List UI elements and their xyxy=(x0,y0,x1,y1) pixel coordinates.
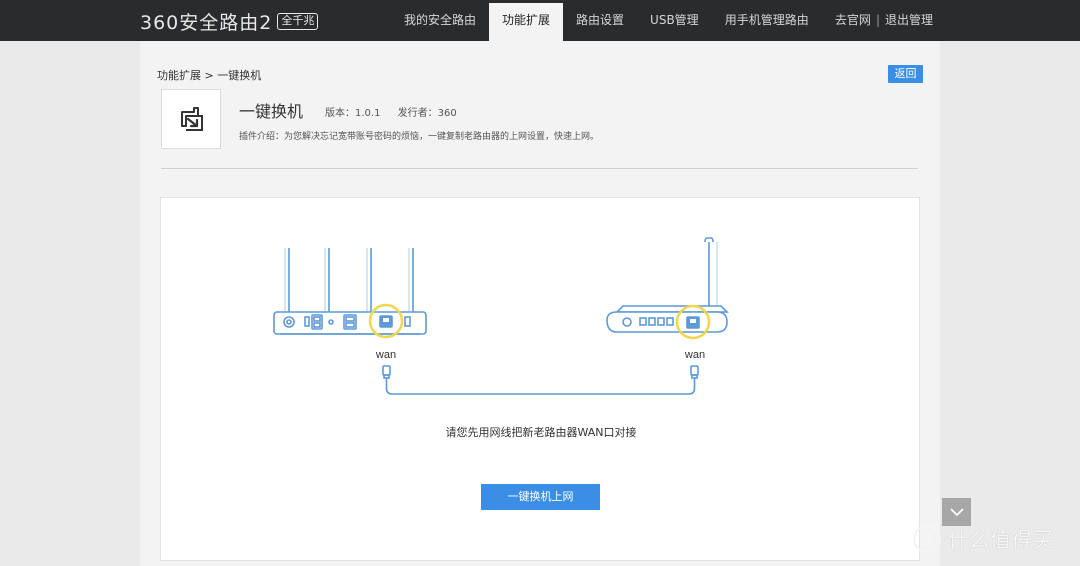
svg-text:值: 值 xyxy=(920,532,934,548)
back-button[interactable]: 返回 xyxy=(888,65,923,83)
watermark: 值 什么值得买 xyxy=(912,522,1053,556)
connection-card: wan wan 请您先用网线把新老路由器WAN口对接 一键换机上网 xyxy=(160,197,920,561)
watermark-text: 什么值得买 xyxy=(948,528,1053,552)
zhi-logo-icon: 值 xyxy=(913,525,941,553)
main-panel: 功能扩展 > 一键换机 返回 一键换机 版本：1.0.1 发行者：360 插件介… xyxy=(140,41,940,566)
chevron-down-icon xyxy=(949,507,964,516)
plugin-publisher: 发行者：360 xyxy=(397,108,457,119)
header-links: 去官网 | 退出管理 xyxy=(835,0,933,41)
plugin-icon-box xyxy=(161,89,221,149)
logout-link[interactable]: 退出管理 xyxy=(885,0,933,41)
main-nav: 我的安全路由 功能扩展 路由设置 USB管理 用手机管理路由 xyxy=(391,0,822,41)
plugin-description: 插件介绍：为您解决忘记宽带账号密码的烦恼，一键复制老路由器的上网设置，快速上网。 xyxy=(239,132,600,142)
nav-my-router[interactable]: 我的安全路由 xyxy=(391,0,489,41)
nav-usb-management[interactable]: USB管理 xyxy=(637,0,712,41)
nav-router-settings[interactable]: 路由设置 xyxy=(563,0,637,41)
header-separator: | xyxy=(875,13,880,27)
plugin-version: 版本：1.0.1 xyxy=(325,108,381,119)
plugin-meta: 版本：1.0.1 发行者：360 xyxy=(325,104,471,119)
top-navigation-bar: 360安全路由2 全千兆 我的安全路由 功能扩展 路由设置 USB管理 用手机管… xyxy=(0,0,1080,41)
wan-cable xyxy=(382,365,699,395)
breadcrumb: 功能扩展 > 一键换机 xyxy=(157,69,262,82)
one-click-switch-button[interactable]: 一键换机上网 xyxy=(481,484,600,510)
plugin-name: 一键换机 xyxy=(239,102,304,121)
official-site-link[interactable]: 去官网 xyxy=(835,0,871,41)
left-wan-label: wan xyxy=(375,349,396,361)
nav-extensions[interactable]: 功能扩展 xyxy=(489,3,564,41)
brand-logo[interactable]: 360安全路由2 全千兆 xyxy=(140,8,319,34)
right-wan-label: wan xyxy=(684,349,705,361)
swap-icon xyxy=(181,107,203,131)
logo-text: 360安全路由2 xyxy=(140,11,273,34)
logo-badge: 全千兆 xyxy=(277,12,319,30)
instruction-text: 请您先用网线把新老路由器WAN口对接 xyxy=(445,426,637,439)
divider xyxy=(161,168,918,169)
router-connection-diagram: wan wan xyxy=(273,237,729,395)
nav-mobile-management[interactable]: 用手机管理路由 xyxy=(712,0,822,41)
